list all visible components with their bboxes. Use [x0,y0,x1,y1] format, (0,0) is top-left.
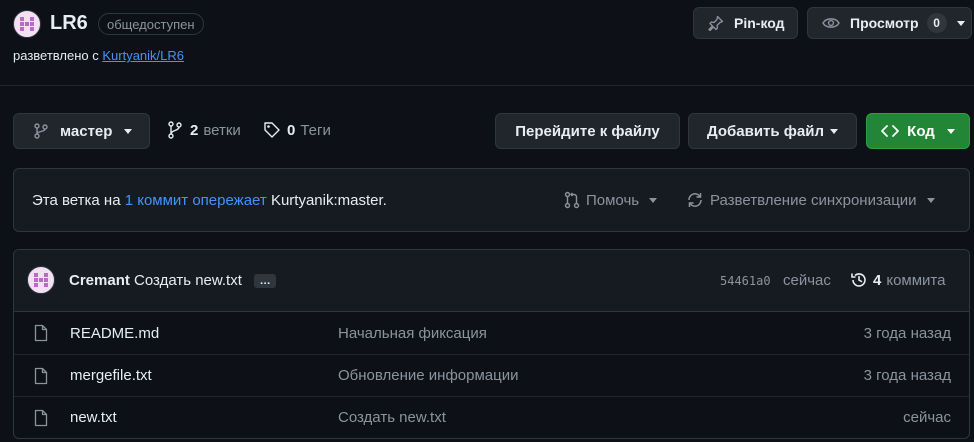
commit-summary: Cremant Создать new.txt … [69,272,277,289]
goto-file-button[interactable]: Перейдите к файлу [495,113,680,149]
chevron-down-icon [956,20,965,26]
tag-icon [263,121,281,139]
commit-author-avatar[interactable] [27,266,55,294]
file-commit-date: сейчас [903,409,951,426]
tags-label: Теги [300,121,331,139]
status-suffix: Kurtyanik:master. [270,192,387,209]
file-commit-message[interactable]: Обновление информации [338,367,518,384]
goto-file-label: Перейдите к файлу [515,122,660,140]
forked-from-line: разветвлено с Kurtyanik/LR6 [13,48,184,63]
branch-icon [168,121,182,139]
chevron-down-icon [649,197,658,203]
add-file-label: Добавить файл [706,122,825,140]
commit-message[interactable]: Создать new.txt [134,272,242,289]
file-icon [34,409,48,427]
file-row[interactable]: README.md Начальная фиксация 3 года наза… [14,312,969,354]
code-label: Код [907,122,935,140]
commit-time: сейчас [783,272,831,289]
repo-owner-avatar[interactable] [13,10,41,38]
file-name[interactable]: new.txt [70,409,117,426]
file-commit-date: 3 года назад [863,324,951,342]
latest-commit-bar: Cremant Создать new.txt … 54461a0 сейчас… [14,250,969,312]
commit-expand-button[interactable]: … [254,274,277,289]
file-name[interactable]: README.md [70,325,159,342]
branches-link[interactable]: 2 ветки [168,121,241,139]
history-icon [850,271,868,289]
file-row[interactable]: mergefile.txt Обновление информации 3 го… [14,354,969,396]
file-icon [34,367,48,385]
contribute-label: Помочь [586,191,640,209]
chevron-down-icon [926,197,935,203]
branches-label: ветки [203,121,241,139]
chevron-down-icon [830,128,839,134]
commits-count: 4 [873,271,882,289]
tags-link[interactable]: 0 Теги [263,121,331,139]
file-name[interactable]: mergefile.txt [70,367,152,384]
sync-icon [686,191,704,209]
watch-button[interactable]: Просмотр 0 [807,7,972,39]
file-commit-date: 3 года назад [863,367,951,384]
chevron-down-icon [946,128,955,134]
watch-count: 0 [926,13,947,33]
branches-count: 2 [190,121,199,139]
branch-select-button[interactable]: мастер [13,113,150,149]
watch-label: Просмотр [850,15,919,31]
file-listing: Cremant Создать new.txt … 54461a0 сейчас… [13,249,970,439]
status-prefix: Эта ветка на [32,192,121,209]
chevron-down-icon [124,128,133,134]
forked-prefix: разветвлено с [13,48,99,63]
pin-icon [708,15,724,31]
sync-label: Разветвление синхронизации [710,191,917,209]
code-icon [881,124,900,138]
repo-title[interactable]: LR6 [50,12,88,35]
tags-count: 0 [287,121,296,139]
commit-author[interactable]: Cremant [69,272,130,289]
file-commit-message[interactable]: Начальная фиксация [338,325,487,342]
visibility-badge: общедоступен [98,13,204,35]
contribute-button[interactable]: Помочь [564,191,658,209]
eye-icon [822,16,840,30]
file-commit-message[interactable]: Создать new.txt [338,409,446,426]
add-file-button[interactable]: Добавить файл [688,113,857,149]
sync-fork-button[interactable]: Разветвление синхронизации [686,191,935,209]
forked-from-link[interactable]: Kurtyanik/LR6 [102,48,184,63]
branch-status-text: Эта ветка на 1 коммит опережает Kurtyani… [32,192,387,209]
file-icon [34,324,48,342]
pin-button[interactable]: Pin-код [693,7,798,39]
header-divider [0,85,974,86]
commits-label: коммита [886,271,946,289]
pull-request-icon [564,191,580,209]
branch-status-box: Эта ветка на 1 коммит опережает Kurtyani… [13,168,970,232]
file-row[interactable]: new.txt Создать new.txt сейчас [14,396,969,438]
branch-name: мастер [60,122,113,140]
pin-label: Pin-код [734,15,785,31]
commits-ahead-link[interactable]: 1 коммит опережает [125,192,267,209]
commit-sha[interactable]: 54461a0 [720,274,771,288]
commits-history-link[interactable]: 4 коммита [850,271,945,289]
branch-icon [34,123,48,139]
code-button[interactable]: Код [866,113,970,149]
